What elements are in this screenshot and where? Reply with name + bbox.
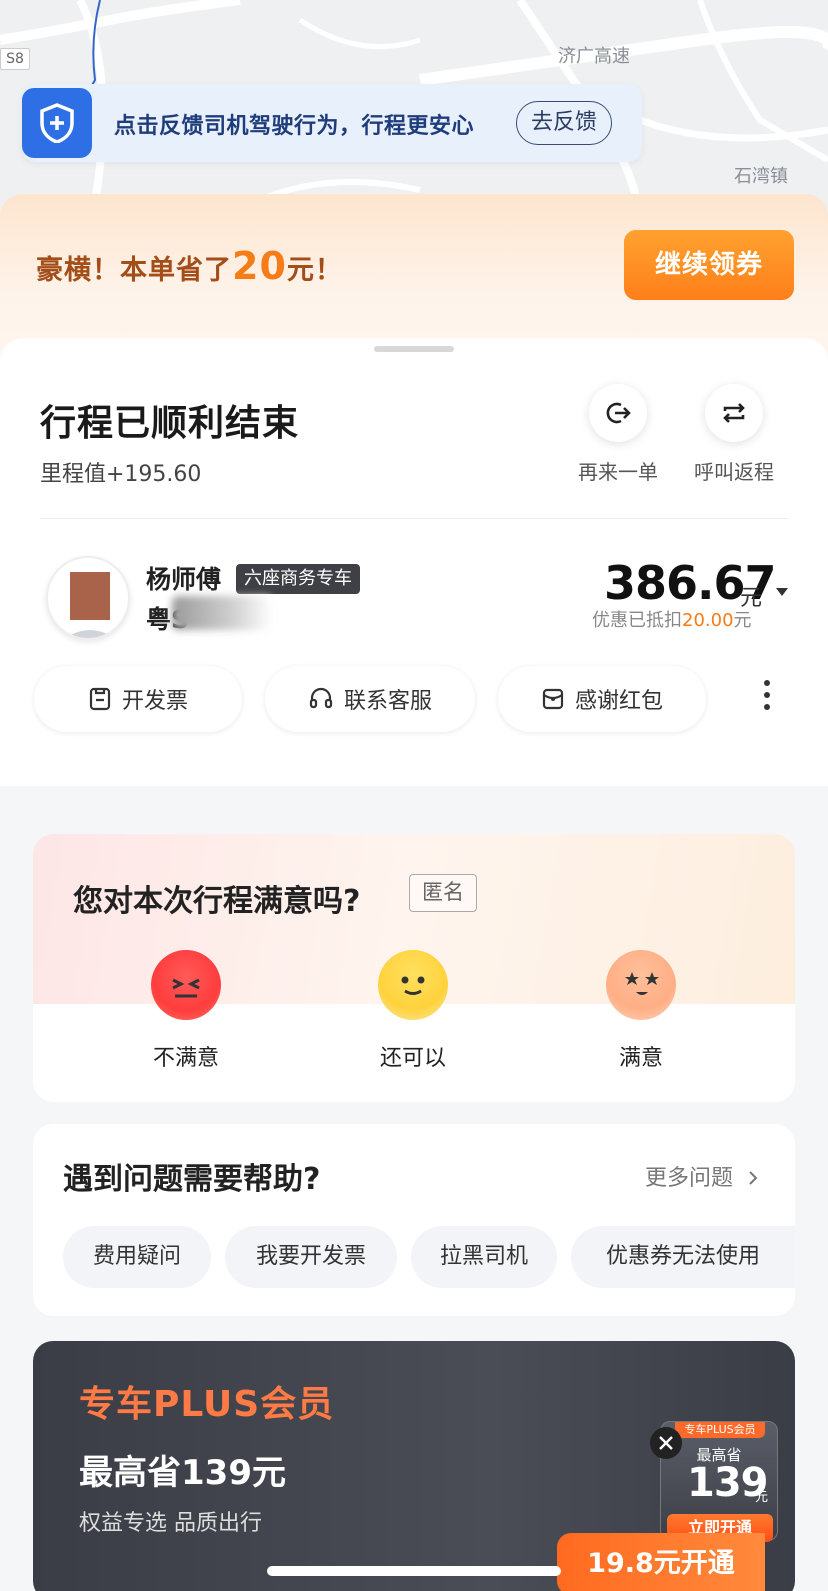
mini-promo-unit: 元: [755, 1490, 769, 1505]
drag-handle[interactable]: [374, 346, 454, 352]
chip-fee-question[interactable]: 费用疑问: [63, 1226, 211, 1288]
chevron-right-icon: [749, 1171, 758, 1185]
rating-question: 您对本次行程满意吗?: [73, 884, 361, 919]
arrow-right-circle-icon: [589, 384, 647, 442]
plus-membership-card[interactable]: 专车PLUS会员 最高省139元 权益专选 品质出行 专车PLUS会员 最高省 …: [33, 1341, 795, 1591]
plus-title: 专车PLUS会员: [79, 1384, 335, 1425]
discount-text: 优惠已抵扣20.00元: [592, 606, 752, 632]
more-questions-link[interactable]: 更多问题: [645, 1160, 760, 1192]
help-title: 遇到问题需要帮助?: [63, 1162, 321, 1197]
savings-text: 豪横！本单省了20元！: [36, 244, 343, 288]
chip-block-driver[interactable]: 拉黑司机: [411, 1226, 557, 1288]
invoice-button[interactable]: 开发票: [34, 666, 242, 732]
chip-coupon-issue[interactable]: 优惠券无法使用: [571, 1226, 795, 1288]
discount-prefix: 优惠已抵扣: [592, 610, 682, 631]
headset-icon: [309, 687, 333, 709]
driver-avatar[interactable]: [46, 556, 130, 640]
close-icon[interactable]: [650, 1427, 682, 1459]
divider: [40, 518, 788, 519]
driver-name: 杨师傅: [146, 565, 222, 594]
plus-subtitle: 权益专选 品质出行: [79, 1511, 262, 1536]
reorder-button[interactable]: 再来一单: [568, 384, 668, 485]
chip-invoice[interactable]: 我要开发票: [225, 1226, 397, 1288]
return-trip-button[interactable]: 呼叫返程: [684, 384, 784, 485]
claim-coupon-button[interactable]: 继续领券: [624, 230, 794, 300]
trip-status-title: 行程已顺利结束: [40, 403, 300, 444]
plate-redaction: [172, 596, 272, 630]
rating-satisfied-label[interactable]: 满意: [581, 1040, 701, 1072]
anonymous-badge: 匿名: [409, 874, 477, 912]
red-packet-label: 感谢红包: [574, 689, 663, 714]
invoice-icon: [89, 687, 111, 711]
discount-suffix: 元: [733, 610, 752, 631]
savings-prefix: 豪横！本单省了: [36, 255, 232, 286]
mini-promo-header: 专车PLUS会员: [675, 1422, 765, 1438]
savings-suffix: 元！: [286, 255, 343, 286]
help-card: 遇到问题需要帮助? 更多问题 费用疑问 我要开发票 拉黑司机 优惠券无法使用: [33, 1124, 795, 1316]
trip-rating-card: 您对本次行程满意吗? 匿名 不满意 还可以 满意: [33, 834, 795, 1102]
more-questions-label: 更多问题: [645, 1166, 734, 1191]
star-eyes-face-icon[interactable]: [606, 950, 676, 1020]
reorder-label: 再来一单: [578, 460, 658, 484]
contact-support-button[interactable]: 联系客服: [265, 666, 475, 732]
safety-feedback-banner[interactable]: 点击反馈司机驾驶行为，行程更安心 去反馈: [22, 84, 642, 162]
return-trip-label: 呼叫返程: [694, 460, 774, 484]
savings-amount: 20: [232, 244, 287, 288]
mileage-value: 里程值+195.60: [40, 462, 202, 487]
red-packet-icon: [542, 688, 564, 710]
round-trip-icon: [705, 384, 763, 442]
support-label: 联系客服: [343, 689, 432, 714]
plus-max-save: 最高省139元: [79, 1453, 286, 1493]
invoice-label: 开发票: [121, 689, 188, 714]
home-indicator[interactable]: [267, 1566, 561, 1576]
neutral-face-icon[interactable]: [378, 950, 448, 1020]
rating-unsatisfied-label[interactable]: 不满意: [126, 1040, 246, 1072]
car-type-badge: 六座商务专车: [236, 564, 360, 594]
feedback-button[interactable]: 去反馈: [516, 101, 612, 145]
town-label: 石湾镇: [734, 166, 788, 187]
plus-subscribe-button[interactable]: 19.8元开通: [557, 1533, 765, 1591]
banner-text: 点击反馈司机驾驶行为，行程更安心: [114, 114, 475, 139]
angry-face-icon[interactable]: [151, 950, 221, 1020]
rating-ok-label[interactable]: 还可以: [353, 1040, 473, 1072]
chevron-down-icon[interactable]: [776, 588, 788, 596]
highway-badge: S8: [0, 48, 30, 70]
more-options-icon[interactable]: [762, 680, 772, 720]
thank-red-packet-button[interactable]: 感谢红包: [498, 666, 706, 732]
highway-label: 济广高速: [558, 46, 630, 67]
discount-amount: 20.00: [682, 610, 734, 631]
shield-plus-icon: [22, 88, 92, 158]
trip-summary-card: 行程已顺利结束 里程值+195.60 再来一单 呼叫返程 杨师傅 六座商务专车 …: [0, 338, 828, 786]
